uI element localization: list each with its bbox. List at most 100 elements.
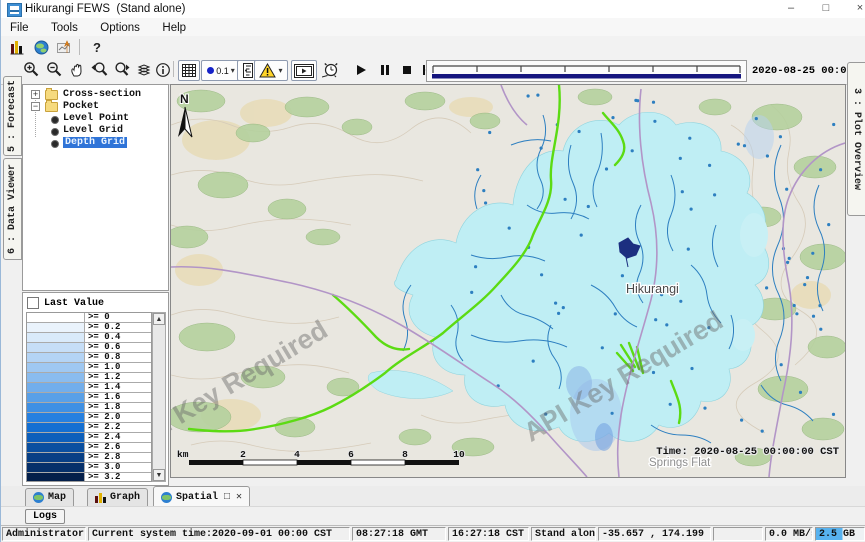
tab-forecast[interactable]: 5 : Forecast bbox=[3, 76, 22, 156]
app-logo-icon bbox=[7, 3, 22, 17]
tree-node-depth-grid[interactable]: Depth Grid bbox=[23, 137, 168, 149]
legend-color-swatch bbox=[27, 343, 85, 352]
map-display-icon[interactable] bbox=[31, 38, 51, 57]
title-bar: Hikurangi FEWS (Stand alone) – □ × bbox=[1, 0, 865, 19]
tree-node-pocket[interactable]: − Pocket bbox=[23, 101, 168, 113]
legend-row-label: >= 1.6 bbox=[85, 393, 151, 402]
chevron-down-icon: ▾ bbox=[278, 66, 282, 75]
undock-icon[interactable]: □ bbox=[224, 492, 230, 503]
legend-row-label: >= 2.2 bbox=[85, 423, 151, 432]
warning-dropdown[interactable]: ▾ bbox=[254, 60, 288, 81]
tree-node-label[interactable]: Pocket bbox=[63, 101, 99, 112]
threshold-dropdown[interactable]: 0.1 ▾ bbox=[201, 60, 241, 81]
legend-row-label: >= 2.6 bbox=[85, 443, 151, 452]
status-local-time: 16:27:18 CST bbox=[448, 527, 529, 541]
status-mode: Stand alone bbox=[531, 527, 596, 541]
tab-plot-overview[interactable]: 3 : Plot Overview bbox=[847, 62, 865, 216]
zoom-in-icon[interactable] bbox=[21, 60, 41, 79]
timeline-slider[interactable] bbox=[426, 60, 747, 82]
logs-button[interactable]: Logs bbox=[25, 509, 65, 524]
legend-color-swatch bbox=[27, 373, 85, 382]
tree-node-level-point[interactable]: Level Point bbox=[23, 113, 168, 125]
globe-icon bbox=[161, 492, 172, 503]
map-time-overlay: Time: 2020-08-25 00:00:00 CST bbox=[656, 446, 839, 458]
status-memory: 2.5 GB bbox=[815, 527, 865, 541]
zoom-next-icon[interactable] bbox=[112, 60, 132, 79]
tab-data-viewer[interactable]: 6 : Data Viewer bbox=[3, 158, 22, 260]
legend-row-label: >= 0.8 bbox=[85, 353, 151, 362]
zoom-previous-icon[interactable] bbox=[89, 60, 109, 79]
legend-row-label: >= 0.6 bbox=[85, 343, 151, 352]
minimize-button[interactable]: – bbox=[776, 0, 806, 17]
database-icon[interactable] bbox=[7, 38, 27, 57]
legend-row-label: >= 1.2 bbox=[85, 373, 151, 382]
tree-node-label[interactable]: Cross-section bbox=[63, 89, 141, 100]
scroll-down-icon[interactable]: ▼ bbox=[153, 469, 165, 481]
timeseries-icon[interactable] bbox=[55, 38, 75, 57]
legend-row-label: >= 2.0 bbox=[85, 413, 151, 422]
legend-color-swatch bbox=[27, 333, 85, 342]
grid-display-icon[interactable] bbox=[178, 60, 200, 81]
pause-button[interactable] bbox=[375, 60, 395, 79]
legend-color-swatch bbox=[27, 323, 85, 332]
pan-hand-icon[interactable] bbox=[67, 60, 87, 79]
legend-panel: Last Value >= 0>= 0.2>= 0.4>= 0.6>= 0.8 >… bbox=[22, 292, 169, 486]
tab-spatial[interactable]: Spatial □ ✕ bbox=[153, 486, 250, 508]
stop-button[interactable] bbox=[397, 60, 417, 79]
tree-node-label[interactable]: Level Point bbox=[63, 113, 129, 124]
legend-color-swatch bbox=[27, 413, 85, 422]
last-value-checkbox[interactable] bbox=[27, 297, 39, 309]
zoom-out-icon[interactable] bbox=[44, 60, 64, 79]
node-bullet-icon bbox=[51, 140, 59, 148]
tab-map[interactable]: Map bbox=[25, 488, 74, 507]
tree-node-cross-section[interactable]: + Cross-section bbox=[23, 89, 168, 101]
info-icon[interactable] bbox=[153, 60, 173, 79]
animation-icon[interactable] bbox=[291, 60, 317, 81]
scale-unit: km bbox=[177, 449, 189, 460]
legend-row-label: >= 0.4 bbox=[85, 333, 151, 342]
toolbar-separator bbox=[173, 61, 174, 77]
collapse-icon[interactable]: − bbox=[31, 102, 40, 111]
tree-node-level-grid[interactable]: Level Grid bbox=[23, 125, 168, 137]
layer-tree-panel: + Cross-section − Pocket Level Point Lev… bbox=[22, 84, 169, 291]
map-canvas[interactable]: API Key Required API Key Required Hikura… bbox=[171, 85, 845, 477]
legend-row-label: >= 0.2 bbox=[85, 323, 151, 332]
main-toolbar: ? bbox=[1, 36, 865, 59]
scroll-up-icon[interactable]: ▲ bbox=[153, 313, 165, 325]
folder-icon bbox=[45, 90, 58, 100]
tab-graph[interactable]: Graph bbox=[87, 488, 148, 507]
view-tab-bar: Map Graph Spatial □ ✕ bbox=[1, 486, 865, 506]
legend-table: >= 0>= 0.2>= 0.4>= 0.6>= 0.8>= 1.0>= 1.2… bbox=[26, 312, 152, 482]
legend-color-swatch bbox=[27, 383, 85, 392]
svg-text:10: 10 bbox=[453, 449, 465, 460]
map-view[interactable]: API Key Required API Key Required Hikura… bbox=[170, 84, 846, 478]
maximize-button[interactable]: □ bbox=[811, 0, 841, 17]
legend-row-label: >= 0 bbox=[85, 313, 151, 322]
tree-node-label-selected[interactable]: Depth Grid bbox=[63, 137, 127, 148]
last-value-label: Last Value bbox=[44, 298, 104, 309]
close-button[interactable]: × bbox=[845, 0, 865, 17]
expand-icon[interactable]: + bbox=[31, 90, 40, 99]
legend-color-swatch bbox=[27, 423, 85, 432]
tree-node-label[interactable]: Level Grid bbox=[63, 125, 123, 136]
layers-icon[interactable] bbox=[134, 60, 154, 79]
tab-map-label: Map bbox=[48, 492, 66, 503]
legend-row-label: >= 2.8 bbox=[85, 453, 151, 462]
status-user: Administrator bbox=[2, 527, 86, 541]
menu-bar: File Tools Options Help bbox=[1, 18, 865, 37]
legend-color-swatch bbox=[27, 353, 85, 362]
play-button[interactable] bbox=[351, 60, 371, 79]
legend-color-swatch bbox=[27, 403, 85, 412]
timer-icon[interactable] bbox=[321, 60, 341, 79]
legend-color-swatch bbox=[27, 393, 85, 402]
status-gmt-time: 08:27:18 GMT bbox=[352, 527, 446, 541]
close-tab-icon[interactable]: ✕ bbox=[236, 491, 242, 503]
help-icon[interactable]: ? bbox=[87, 38, 107, 57]
town-label: Hikurangi bbox=[626, 282, 679, 296]
svg-text:8: 8 bbox=[402, 449, 408, 460]
legend-scrollbar[interactable]: ▲ ▼ bbox=[152, 312, 166, 482]
status-system-time: Current system time:2020-09-01 00:00 CST bbox=[88, 527, 350, 541]
legend-color-swatch bbox=[27, 463, 85, 472]
status-warning-cell[interactable] bbox=[713, 527, 763, 541]
legend-row-label: >= 1.4 bbox=[85, 383, 151, 392]
